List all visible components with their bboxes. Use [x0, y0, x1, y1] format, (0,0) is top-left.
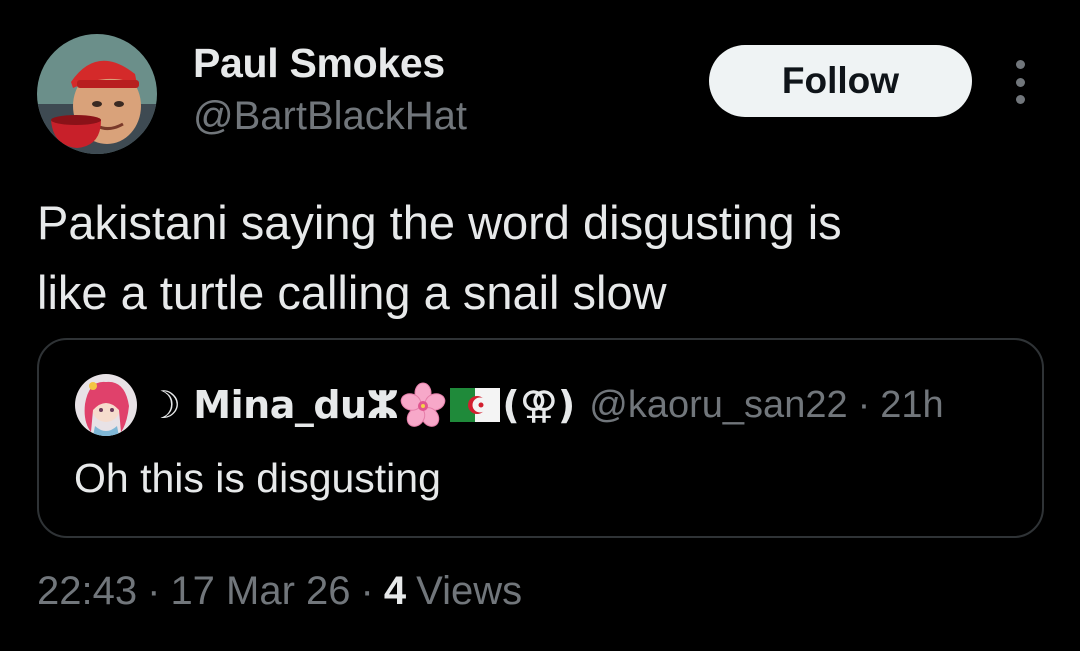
tweet-text-line: Pakistani saying the word disgusting is — [37, 196, 842, 249]
follow-button[interactable]: Follow — [709, 45, 972, 117]
author-handle[interactable]: @BartBlackHat — [193, 94, 467, 139]
author-name[interactable]: Paul Smokes — [193, 40, 445, 87]
more-dot — [1015, 95, 1025, 104]
tweet-view: Paul Smokes @BartBlackHat Follow Pakista… — [0, 0, 1080, 651]
tweet-text: Pakistani saying the word disgusting is … — [37, 188, 1047, 328]
tweet-meta: 22:43 · 17 Mar 26 · 4 Views — [37, 565, 522, 617]
tweet-text-line: like a turtle calling a snail slow — [37, 266, 667, 319]
quote-text: Oh this is disgusting — [74, 455, 441, 501]
tweet-time[interactable]: 22:43 — [37, 565, 137, 617]
cherry-blossom-icon — [400, 382, 446, 428]
meta-separator: · — [360, 569, 374, 613]
algeria-flag-icon — [450, 386, 501, 424]
tweet-date[interactable]: 17 Mar 26 — [170, 565, 350, 617]
quote-author-name[interactable]: ☽ Mina_duⵣ — [147, 380, 399, 430]
more-dot — [1015, 77, 1025, 87]
author-avatar[interactable] — [37, 34, 157, 154]
more-dot — [1015, 60, 1025, 69]
views-label: Views — [416, 569, 523, 613]
quote-header: ☽ Mina_duⵣ (⚢) @kaoru_san22 · 21h — [147, 380, 944, 430]
meta-separator: · — [147, 569, 161, 613]
quote-separator: · — [857, 384, 871, 426]
more-vertical-icon[interactable] — [1006, 60, 1034, 104]
quote-timestamp[interactable]: 21h — [880, 380, 943, 430]
quote-author-name-suffix: (⚢) — [502, 383, 576, 427]
views-count: 4 — [383, 569, 407, 613]
quoted-tweet-card[interactable]: ☽ Mina_duⵣ (⚢) @kaoru_san22 · 21h Oh thi… — [37, 338, 1044, 538]
quote-author-handle[interactable]: @kaoru_san22 — [589, 380, 847, 430]
quote-author-avatar[interactable] — [75, 374, 137, 436]
